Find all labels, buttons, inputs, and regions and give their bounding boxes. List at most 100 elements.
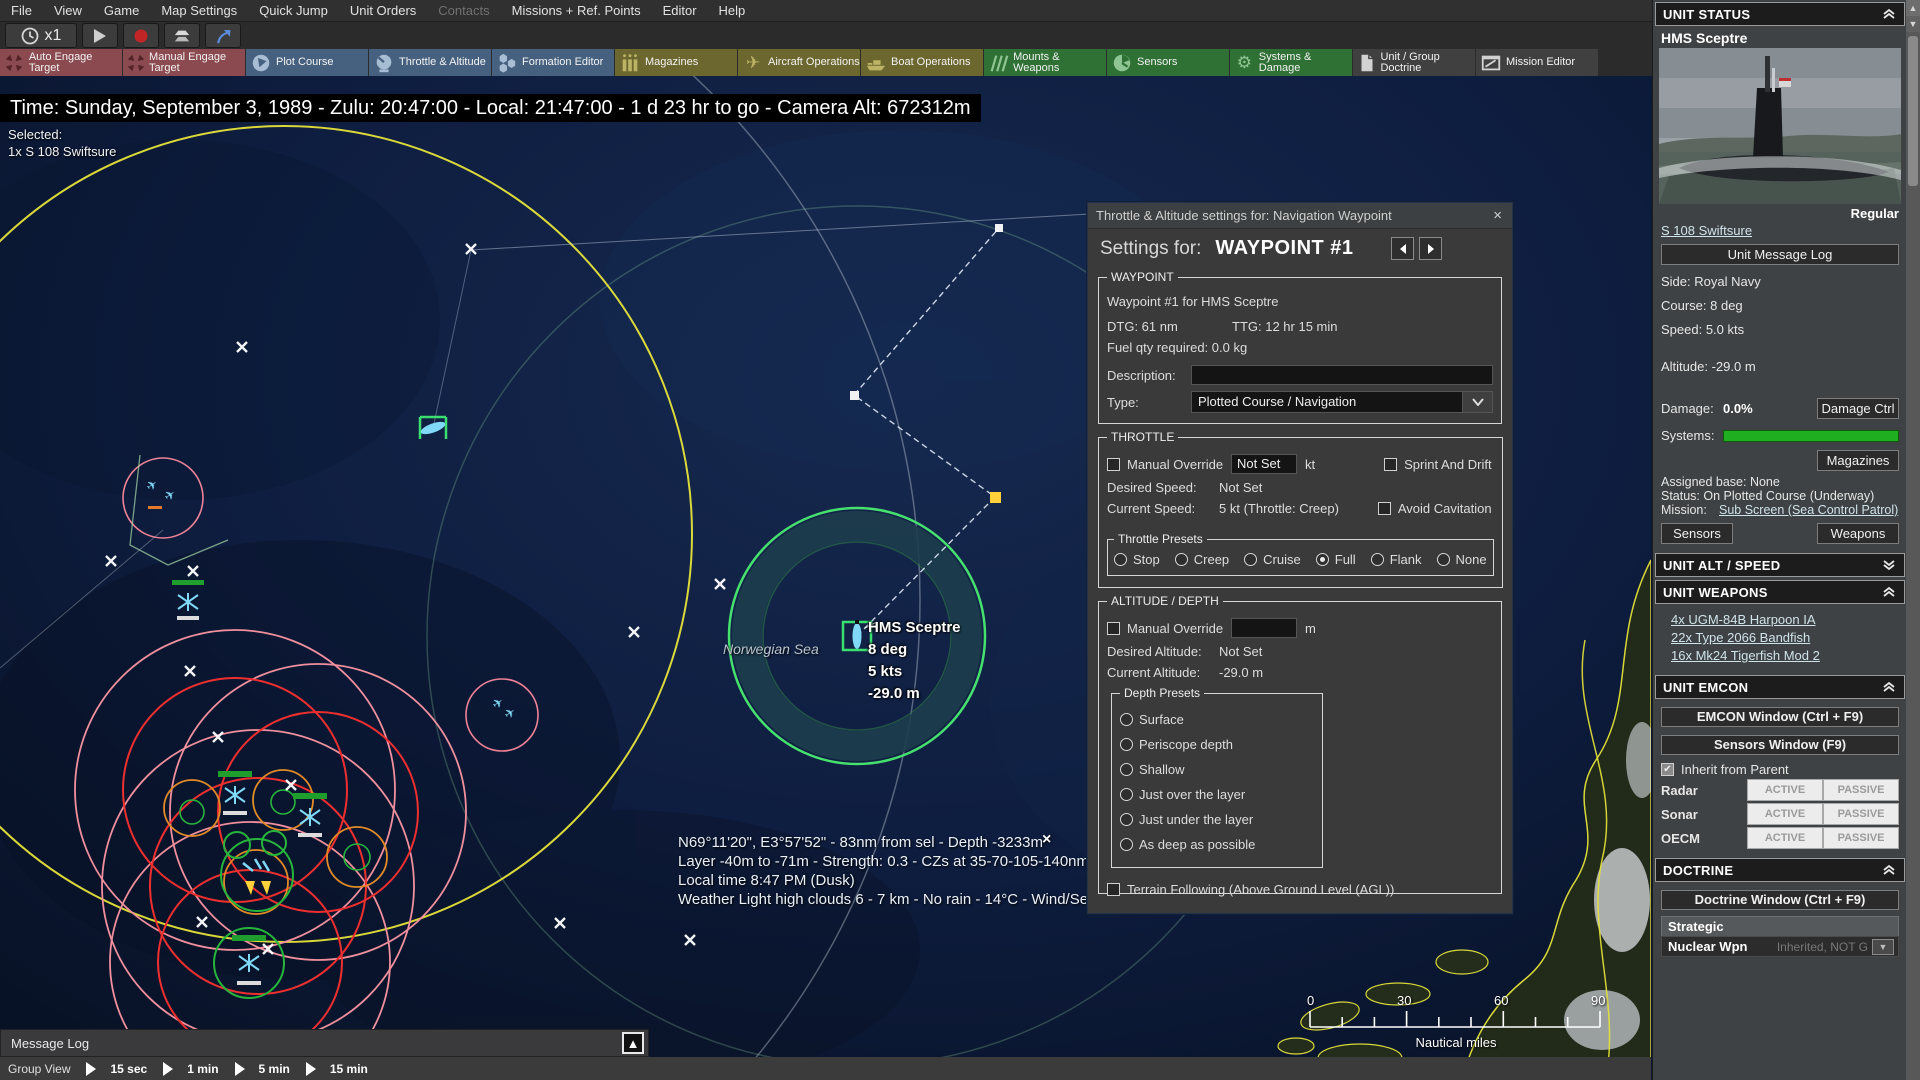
menu-view[interactable]: View (43, 0, 93, 22)
menu-editor[interactable]: Editor (652, 0, 708, 22)
toolbar-button-plot-course[interactable]: Plot Course (246, 49, 368, 76)
time-compression-button[interactable]: x1 (5, 23, 77, 48)
dialog-title-bar[interactable]: Throttle & Altitude settings for: Naviga… (1088, 203, 1512, 229)
toolbar-button-unit-group-doctrine[interactable]: Unit / Group Doctrine (1353, 49, 1475, 76)
throttle-manual-override-checkbox[interactable] (1107, 457, 1120, 471)
interval-15sec[interactable]: 15 sec (110, 1062, 147, 1076)
waypoint-type-select[interactable]: Plotted Course / Navigation (1191, 391, 1493, 413)
scroll-down-icon[interactable]: ▼ (1906, 16, 1920, 32)
avoid-cavitation-checkbox[interactable] (1377, 502, 1391, 515)
menu-map-settings[interactable]: Map Settings (150, 0, 248, 22)
radio-depth-under-layer[interactable]: Just under the layer (1120, 812, 1314, 827)
message-log-bar[interactable]: Message Log ▲ (0, 1029, 649, 1057)
sonar-passive-button[interactable]: PASSIVE (1823, 803, 1899, 825)
sidebar-scrollbar[interactable]: ▲ ▼ (1906, 0, 1920, 1080)
radar-active-button[interactable]: ACTIVE (1747, 779, 1823, 801)
altitude-manual-override-checkbox[interactable] (1107, 621, 1120, 635)
play-step-icon[interactable] (86, 1061, 97, 1076)
interval-1min[interactable]: 1 min (187, 1062, 218, 1076)
toolbar-button-auto-engage-target[interactable]: Auto Engage Target (0, 49, 122, 76)
toolbar-button-mission-editor[interactable]: Mission Editor (1476, 49, 1598, 76)
chevron-up-icon[interactable] (1882, 681, 1896, 693)
unit-status-header[interactable]: UNIT STATUS (1655, 2, 1905, 26)
waypoint-marker-selected (990, 492, 1001, 503)
throttle-override-input[interactable]: Not Set (1231, 454, 1297, 474)
message-log-expand-button[interactable]: ▲ (622, 1032, 644, 1054)
play-step-icon[interactable] (234, 1061, 245, 1076)
chevron-up-icon[interactable] (1882, 586, 1896, 598)
menu-file[interactable]: File (0, 0, 43, 22)
menu-missions-ref-points[interactable]: Missions + Ref. Points (501, 0, 652, 22)
damage-ctrl-button[interactable]: Damage Ctrl (1817, 398, 1899, 419)
radio-throttle-full[interactable]: Full (1315, 552, 1356, 567)
next-waypoint-button[interactable] (1419, 237, 1442, 260)
play-step-icon[interactable] (163, 1061, 174, 1076)
toolbar-button-mounts-weapons[interactable]: Mounts & Weapons (984, 49, 1106, 76)
menu-quick-jump[interactable]: Quick Jump (248, 0, 339, 22)
radio-depth-periscope[interactable]: Periscope depth (1120, 737, 1314, 752)
inherit-from-parent-checkbox[interactable]: ✔ (1661, 763, 1674, 776)
toolbar-button-formation-editor[interactable]: Formation Editor (492, 49, 614, 76)
play-button[interactable] (82, 23, 118, 48)
menu-help[interactable]: Help (708, 0, 757, 22)
radar-passive-button[interactable]: PASSIVE (1823, 779, 1899, 801)
toolbar-button-magazines[interactable]: Magazines (615, 49, 737, 76)
unit-message-log-button[interactable]: Unit Message Log (1661, 244, 1899, 265)
prev-waypoint-button[interactable] (1391, 237, 1414, 260)
toolbar-button-boat-operations[interactable]: Boat Operations (861, 49, 983, 76)
sensors-window-button[interactable]: Sensors Window (F9) (1661, 735, 1899, 755)
chevron-up-icon[interactable] (1882, 8, 1896, 20)
radio-depth-shallow[interactable]: Shallow (1120, 762, 1314, 777)
record-button[interactable] (123, 23, 159, 48)
unit-emcon-header[interactable]: UNIT EMCON (1655, 675, 1905, 699)
radio-throttle-creep[interactable]: Creep (1174, 552, 1229, 567)
oecm-passive-button[interactable]: PASSIVE (1823, 827, 1899, 849)
oecm-active-button[interactable]: ACTIVE (1747, 827, 1823, 849)
weapon-link[interactable]: 4x UGM-84B Harpoon IA (1671, 612, 1816, 627)
jump-button[interactable] (205, 23, 241, 48)
radio-depth-as-deep[interactable]: As deep as possible (1120, 837, 1314, 852)
chevron-down-icon[interactable] (1463, 391, 1493, 413)
radio-throttle-stop[interactable]: Stop (1114, 552, 1160, 567)
mission-link[interactable]: Sub Screen (Sea Control Patrol) (1719, 503, 1898, 517)
radio-depth-surface[interactable]: Surface (1120, 712, 1314, 727)
magazines-button[interactable]: Magazines (1817, 450, 1899, 471)
weapon-link[interactable]: 16x Mk24 Tigerfish Mod 2 (1671, 648, 1820, 663)
weapons-button[interactable]: Weapons (1817, 523, 1899, 544)
sonar-active-button[interactable]: ACTIVE (1747, 803, 1823, 825)
radio-throttle-none[interactable]: None (1436, 552, 1487, 567)
unit-alt-speed-header[interactable]: UNIT ALT / SPEED (1655, 553, 1905, 577)
play-step-icon[interactable] (305, 1061, 316, 1076)
emcon-window-button[interactable]: EMCON Window (Ctrl + F9) (1661, 707, 1899, 727)
chevron-up-icon[interactable] (1882, 864, 1896, 876)
info-close-icon[interactable]: × (1042, 831, 1051, 849)
menu-game[interactable]: Game (93, 0, 150, 22)
weapon-link[interactable]: 22x Type 2066 Bandfish (1671, 630, 1810, 645)
interval-15min[interactable]: 15 min (330, 1062, 368, 1076)
terrain-following-checkbox[interactable] (1107, 883, 1120, 896)
toolbar-button-throttle-altitude[interactable]: Throttle & Altitude (369, 49, 491, 76)
sensors-button[interactable]: Sensors (1661, 523, 1733, 544)
toolbar-button-systems-damage[interactable]: ⚙ Systems & Damage (1230, 49, 1352, 76)
doctrine-window-button[interactable]: Doctrine Window (Ctrl + F9) (1661, 890, 1899, 910)
scroll-up-icon[interactable]: ▲ (1906, 0, 1920, 16)
scrollbar-thumb[interactable] (1908, 36, 1918, 186)
sprint-and-drift-checkbox[interactable] (1384, 457, 1398, 471)
unit-class-link[interactable]: S 108 Swiftsure (1661, 223, 1752, 238)
radio-depth-over-layer[interactable]: Just over the layer (1120, 787, 1314, 802)
layers-button[interactable] (164, 23, 200, 48)
dialog-close-icon[interactable]: × (1483, 207, 1512, 224)
doctrine-header[interactable]: DOCTRINE (1655, 858, 1905, 882)
altitude-override-input[interactable] (1231, 618, 1297, 638)
interval-5min[interactable]: 5 min (259, 1062, 290, 1076)
description-input[interactable] (1191, 365, 1493, 385)
radio-throttle-flank[interactable]: Flank (1370, 552, 1422, 567)
radio-throttle-cruise[interactable]: Cruise (1244, 552, 1301, 567)
toolbar-button-manual-engage-target[interactable]: Manual Engage Target (123, 49, 245, 76)
chevron-down-icon[interactable] (1882, 559, 1896, 571)
menu-unit-orders[interactable]: Unit Orders (339, 0, 427, 22)
unit-weapons-header[interactable]: UNIT WEAPONS (1655, 580, 1905, 604)
chevron-down-icon[interactable]: ▼ (1872, 938, 1894, 955)
toolbar-button-sensors[interactable]: Sensors (1107, 49, 1229, 76)
toolbar-button-aircraft-operations[interactable]: ✈ Aircraft Operations (738, 49, 860, 76)
